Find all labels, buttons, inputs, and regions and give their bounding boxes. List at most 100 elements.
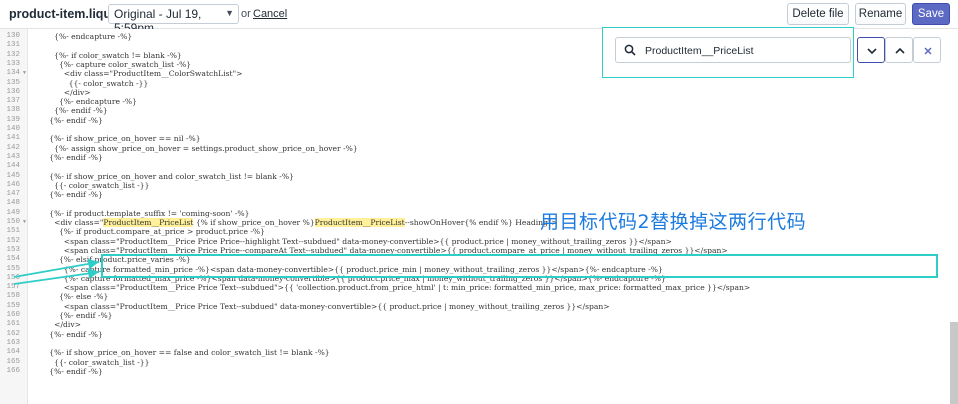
code-text: {{- color_swatch -}}	[30, 78, 149, 88]
line-number: 141	[6, 134, 20, 143]
line-number: 159	[6, 301, 20, 310]
line-number: 152	[6, 236, 20, 245]
code-text: {%- assign show_price_on_hover = setting…	[30, 143, 358, 153]
line-number: 134	[6, 69, 20, 78]
version-select[interactable]: Original - Jul 19, 5:59pm ▼	[108, 4, 239, 35]
delete-file-button[interactable]: Delete file	[787, 3, 849, 25]
line-number: 143	[6, 152, 20, 161]
code-text: <div class="ProductItem__ColorSwatchList…	[30, 69, 243, 79]
code-text: {%- if show_price_on_hover == false and …	[30, 348, 330, 358]
line-number: 146	[6, 180, 20, 189]
line-number: 165	[6, 357, 20, 366]
line-number: 139	[6, 115, 20, 124]
code-line: 145 {%- if show_price_on_hover and color…	[0, 172, 958, 181]
line-number: 156	[6, 273, 20, 282]
previous-match-button[interactable]	[885, 37, 913, 63]
code-text: {%- endcapture -%}	[30, 32, 133, 41]
code-text: </div>	[30, 320, 82, 330]
line-number: 161	[6, 320, 20, 329]
code-text: {%- endif -%}	[30, 106, 108, 116]
next-match-button[interactable]	[857, 37, 885, 63]
vertical-scrollbar[interactable]	[950, 322, 958, 404]
code-text: <span class="ProductItem__Price Price Te…	[30, 301, 610, 311]
code-line: 165 {{- color_swatch_list -}}	[0, 358, 958, 367]
code-line: 149 {%- if product.template_suffix != 'c…	[0, 209, 958, 218]
code-line: 137 {%- endcapture -%}	[0, 97, 958, 106]
code-line: 146 {{- color_swatch_list -}}	[0, 181, 958, 190]
line-number: 137	[6, 97, 20, 106]
chevron-up-icon	[895, 47, 905, 54]
code-line: 162 {%- endif -%}	[0, 330, 958, 339]
code-line: 158 {%- else -%}	[0, 292, 958, 301]
annotation-text: 用目标代码2替换掉这两行代码	[540, 211, 807, 233]
line-number: 154	[6, 255, 20, 264]
editor-header: product-item.liquid Original - Jul 19, 5…	[0, 0, 958, 35]
cancel-link[interactable]: Cancel	[253, 8, 287, 20]
code-line: 147 {%- endif -%}	[0, 190, 958, 199]
close-icon	[924, 47, 932, 55]
code-line: 138 {%- endif -%}	[0, 106, 958, 115]
code-text: {%- endif -%}	[30, 190, 103, 200]
line-number: 140	[6, 125, 20, 133]
save-button[interactable]: Save	[912, 3, 950, 25]
code-editor[interactable]: 130 {%- endcapture -%} 131 132 {%- if colo…	[0, 29, 958, 404]
line-number: 131	[6, 41, 20, 50]
code-text: <span class="ProductItem__Price Price Te…	[30, 283, 751, 293]
code-text: {{- color_swatch_list -}}	[30, 357, 150, 367]
or-label: or	[241, 8, 251, 20]
code-line: 144	[0, 162, 958, 171]
line-number: 142	[6, 143, 20, 152]
code-line: 152 <span class="ProductItem__Price Pric…	[0, 237, 958, 246]
line-number: 138	[6, 106, 20, 115]
code-line: 139 {%- endif -%}	[0, 116, 958, 125]
code-text: {%- endcapture -%}	[30, 97, 137, 107]
code-text: {%- endif -%}	[30, 152, 103, 162]
code-text: {%- endif -%}	[30, 329, 103, 339]
search-match-highlight: ProductItem__PriceList	[314, 218, 405, 227]
code-line: 150 ▼ <div class="ProductItem__PriceList …	[0, 218, 958, 227]
line-number: 163	[6, 338, 20, 347]
chevron-down-icon	[867, 48, 877, 55]
file-name: product-item.liquid	[9, 7, 123, 21]
line-number: 151	[6, 227, 20, 236]
fold-arrow-icon[interactable]: ▼	[22, 69, 27, 78]
code-line: 164 {%- if show_price_on_hover == false …	[0, 348, 958, 357]
code-line: 148	[0, 199, 958, 208]
line-number: 150	[6, 218, 20, 226]
line-number: 144	[6, 162, 20, 171]
line-number: 148	[6, 199, 20, 208]
code-text: <span class="ProductItem__Price Price Pr…	[30, 236, 672, 246]
line-number: 130	[6, 32, 20, 40]
rename-button[interactable]: Rename	[855, 3, 906, 25]
line-number: 135	[6, 78, 20, 87]
code-text: {%- endif -%}	[30, 115, 103, 125]
fold-arrow-icon[interactable]: ▼	[22, 218, 27, 227]
code-line: 166 {%- endif -%}	[0, 367, 958, 376]
code-text: {%- if product.compare_at_price > produc…	[30, 227, 265, 237]
line-number: 155	[6, 264, 20, 273]
line-number: 149	[6, 208, 20, 217]
search-query: ProductItem__PriceList	[645, 45, 754, 57]
code-text: {%- endif -%}	[30, 366, 103, 376]
code-text: {%- endif -%}	[30, 311, 113, 320]
chevron-down-icon: ▼	[225, 8, 234, 18]
code-line: 140	[0, 125, 958, 134]
line-number: 160	[6, 311, 20, 319]
code-line: 141 {%- if show_price_on_hover == nil -%…	[0, 134, 958, 143]
code-line: 161 </div>	[0, 320, 958, 329]
search-input[interactable]: ProductItem__PriceList	[615, 37, 851, 63]
line-number: 162	[6, 329, 20, 338]
code-line: 151 {%- if product.compare_at_price > pr…	[0, 227, 958, 236]
code-text: {%- if product.template_suffix != 'comin…	[30, 208, 250, 218]
code-line: 142 {%- assign show_price_on_hover = set…	[0, 144, 958, 153]
close-search-button[interactable]	[913, 37, 941, 63]
annotation-highlight-box	[101, 254, 938, 278]
line-number: 153	[6, 245, 20, 254]
code-text: {{- color_swatch_list -}}	[30, 180, 150, 190]
line-number: 147	[6, 190, 20, 199]
code-text: </div>	[30, 87, 91, 97]
code-line: 159 <span class="ProductItem__Price Pric…	[0, 302, 958, 311]
line-number: 164	[6, 348, 20, 357]
code-text: {%- capture color_swatch_list -%}	[30, 59, 192, 69]
line-number: 158	[6, 292, 20, 301]
